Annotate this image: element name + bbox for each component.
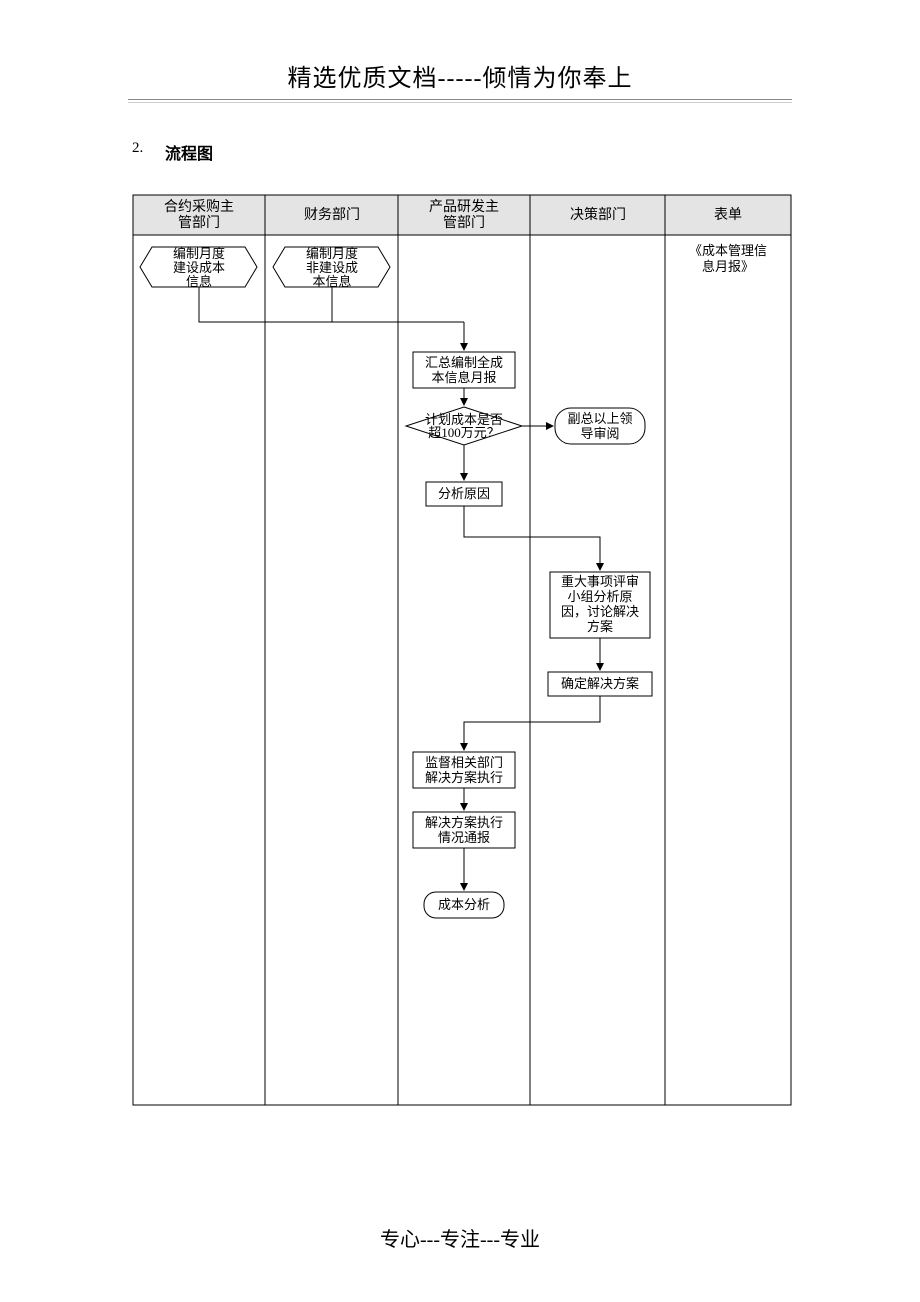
- page-header: 精选优质文档-----倾情为你奉上: [0, 0, 920, 93]
- node-b-l1: 编制月度: [306, 246, 358, 261]
- node-g-l1: 重大事项评审: [561, 574, 639, 589]
- node-a-l3: 信息: [186, 274, 212, 289]
- section-number: 2.: [132, 140, 143, 157]
- node-e: 分析原因: [438, 486, 490, 501]
- node-d-l2: 超100万元？: [428, 425, 500, 440]
- node-c-l2: 本信息月报: [431, 370, 496, 385]
- lane-1-title-b: 管部门: [178, 215, 220, 231]
- node-b-l2: 非建设成: [306, 260, 358, 275]
- lane-3-title: 产品研发主: [429, 199, 499, 215]
- node-b-l3: 本信息: [312, 274, 351, 289]
- header-rule: [128, 99, 792, 103]
- node-f-l1: 副总以上领: [567, 411, 632, 426]
- node-h: 确定解决方案: [561, 676, 639, 691]
- lane-5-title: 表单: [714, 207, 742, 223]
- lane-3-title-b: 管部门: [443, 215, 485, 231]
- node-i-l2: 解决方案执行: [425, 770, 503, 785]
- lane-1-title: 合约采购主: [164, 199, 234, 215]
- node-g-l3: 因，讨论解决: [561, 604, 639, 619]
- node-k: 成本分析: [438, 897, 490, 912]
- node-i-l1: 监督相关部门: [425, 755, 503, 770]
- lane-2-title: 财务部门: [304, 207, 360, 223]
- conn-h-i: [464, 696, 600, 750]
- lane-4-title: 决策部门: [570, 206, 626, 223]
- node-g-l2: 小组分析原: [567, 589, 632, 604]
- section-title: 流程图: [165, 140, 213, 164]
- node-j-l1: 解决方案执行: [425, 815, 503, 830]
- node-a-l1: 编制月度: [173, 246, 225, 261]
- form-doc-2: 息月报》: [702, 259, 754, 274]
- form-doc-1: 《成本管理信: [689, 243, 767, 258]
- flowchart: 合约采购主 管部门 财务部门 产品研发主 管部门 决策部门 表单 《成本管理信 …: [130, 192, 795, 1112]
- node-j-l2: 情况通报: [438, 830, 490, 845]
- node-c-l1: 汇总编制全成: [425, 355, 503, 370]
- page-footer: 专心---专注---专业: [0, 1223, 920, 1252]
- node-f-l2: 导审阅: [580, 426, 619, 441]
- conn-e-g: [464, 506, 600, 570]
- node-g-l4: 方案: [587, 619, 613, 634]
- node-a-l2: 建设成本: [173, 260, 225, 275]
